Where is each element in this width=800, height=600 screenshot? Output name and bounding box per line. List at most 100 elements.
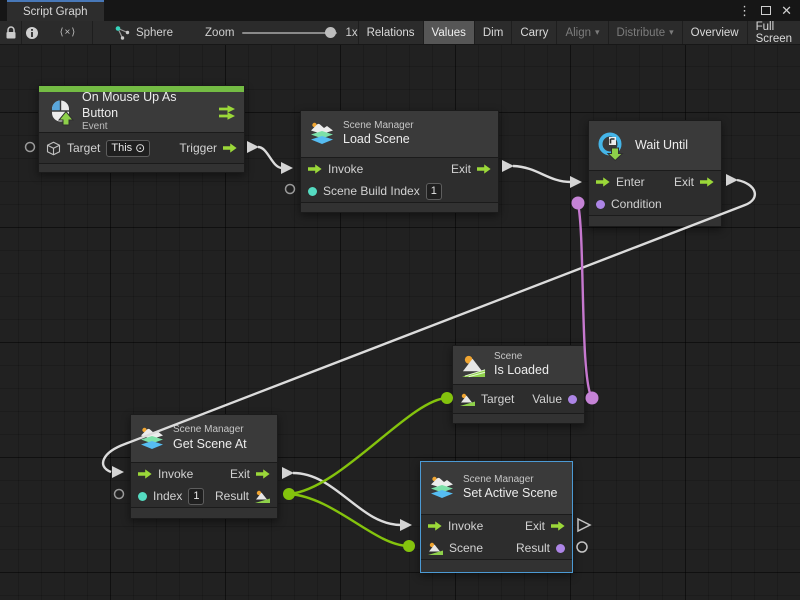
port-exit-out[interactable]: Exit [525,519,565,533]
port-target-in[interactable]: Target [460,392,514,406]
port-label-result: Result [215,489,249,503]
zoom-slider-knob[interactable] [325,27,336,38]
node-title: Load Scene [343,132,414,148]
unconnected-scene-build-index-port [286,185,295,194]
port-exit-out[interactable]: Exit [674,175,714,189]
tab-script-graph[interactable]: Script Graph [7,0,104,21]
distribute-label: Distribute [617,27,666,39]
port-trigger-out[interactable]: Trigger [179,141,237,155]
scene-port-icon [460,393,475,406]
coroutine-double-arrow-icon [218,105,236,120]
unconnected-target-port [26,143,35,152]
scene-build-index-input[interactable]: 1 [426,183,442,200]
node-category: Scene Manager [463,474,558,487]
wire-getsceneat-to-setactive [282,467,412,531]
carry-button[interactable]: Carry [511,21,556,44]
port-result-out[interactable]: Result [516,541,565,555]
graph-breadcrumb[interactable]: Sphere [93,21,173,44]
graph-canvas[interactable]: On Mouse Up As Button Event [0,0,800,600]
port-label-trigger: Trigger [179,141,217,155]
port-label-target: Target [481,392,514,406]
scene-port-icon [255,490,270,503]
index-input[interactable]: 1 [188,488,204,505]
node-set-active-scene[interactable]: Scene Manager Set Active Scene Invoke Ex… [420,461,573,573]
port-result-out[interactable]: Result [215,489,270,503]
node-is-loaded[interactable]: Scene Is Loaded Target Value [452,345,585,424]
node-title: Wait Until [635,138,688,154]
chevron-down-icon: ▾ [669,27,674,38]
unconnected-setactive-result-port [577,542,587,552]
target-object-field[interactable]: This ⊙ [106,140,150,157]
flow-out-arrow-icon [223,143,237,153]
graph-toolbar: ⟨×⟩ Sphere Zoom 1x Relations Values Dim … [0,21,800,45]
node-footer [589,215,721,226]
window-menu-button[interactable]: ⋮ [738,4,751,17]
node-load-scene[interactable]: Scene Manager Load Scene Invoke Exit Sce… [300,110,499,213]
unconnected-index-port [115,490,124,499]
node-get-scene-at[interactable]: Scene Manager Get Scene At Invoke Exit I… [130,414,278,519]
code-view-button[interactable]: ⟨×⟩ [43,21,92,44]
mouse-up-event-icon [47,99,74,126]
flow-out-arrow-icon [700,177,714,187]
port-invoke-in[interactable]: Invoke [138,467,193,481]
graph-name: Sphere [136,27,173,39]
flow-in-arrow-icon [308,164,322,174]
port-label-exit: Exit [451,162,471,176]
port-exit-out[interactable]: Exit [451,162,491,176]
node-on-mouse-up-as-button[interactable]: On Mouse Up As Button Event [38,85,245,173]
target-object-value: This [111,141,132,156]
scene-build-index-value: 1 [431,184,437,199]
node-footer [421,559,572,572]
node-wait-until[interactable]: Wait Until Enter Exit Condition [588,120,722,227]
window-maximize-button[interactable] [761,2,771,20]
port-exit-out[interactable]: Exit [230,467,270,481]
flow-out-arrow-icon [477,164,491,174]
align-dropdown[interactable]: Align ▾ [556,21,607,44]
port-label-invoke: Invoke [158,467,193,481]
scene-port-icon [428,542,443,555]
port-label-value: Value [532,392,562,406]
scene-manager-icon [429,475,455,501]
wire-trigger-to-loadscene [247,141,293,174]
node-category: Scene [494,351,549,364]
port-label-exit: Exit [525,519,545,533]
relations-button[interactable]: Relations [358,21,423,44]
port-invoke-in[interactable]: Invoke [428,519,483,533]
node-footer [131,507,277,518]
port-condition-in[interactable]: Condition [596,197,662,211]
scene-asset-icon [461,353,486,378]
node-subtitle: Event [82,121,210,134]
value-port-dot-icon [138,492,147,501]
info-button[interactable] [22,21,43,44]
port-scene-build-index-in[interactable]: Scene Build Index 1 [308,183,442,200]
value-port-dot-icon [596,200,605,209]
align-label: Align [565,27,591,39]
lock-button[interactable] [0,21,21,44]
port-label-scene-build-index: Scene Build Index [323,184,420,198]
zoom-slider[interactable] [242,32,337,34]
overview-button[interactable]: Overview [682,21,747,44]
unconnected-setactive-exit-port [578,519,590,531]
window-close-button[interactable]: ✕ [781,4,792,17]
node-title: On Mouse Up As Button [82,90,210,121]
port-label-exit: Exit [230,467,250,481]
port-index-in[interactable]: Index 1 [138,488,204,505]
chevron-down-icon: ▾ [595,27,600,38]
port-label-result: Result [516,541,550,555]
fullscreen-button[interactable]: Full Screen [747,21,800,44]
gameobject-cube-icon [46,141,61,156]
info-icon [25,26,39,40]
tab-title: Script Graph [23,6,88,18]
wait-until-clock-icon [597,131,627,161]
port-scene-in[interactable]: Scene [428,541,483,555]
values-button[interactable]: Values [423,21,474,44]
port-enter-in[interactable]: Enter [596,175,645,189]
dim-button[interactable]: Dim [474,21,511,44]
object-picker-icon[interactable]: ⊙ [135,141,145,156]
scene-manager-icon [309,121,335,147]
port-invoke-in[interactable]: Invoke [308,162,363,176]
node-footer [301,202,498,212]
distribute-dropdown[interactable]: Distribute ▾ [608,21,682,44]
port-value-out[interactable]: Value [532,392,577,406]
port-label-index: Index [153,489,182,503]
